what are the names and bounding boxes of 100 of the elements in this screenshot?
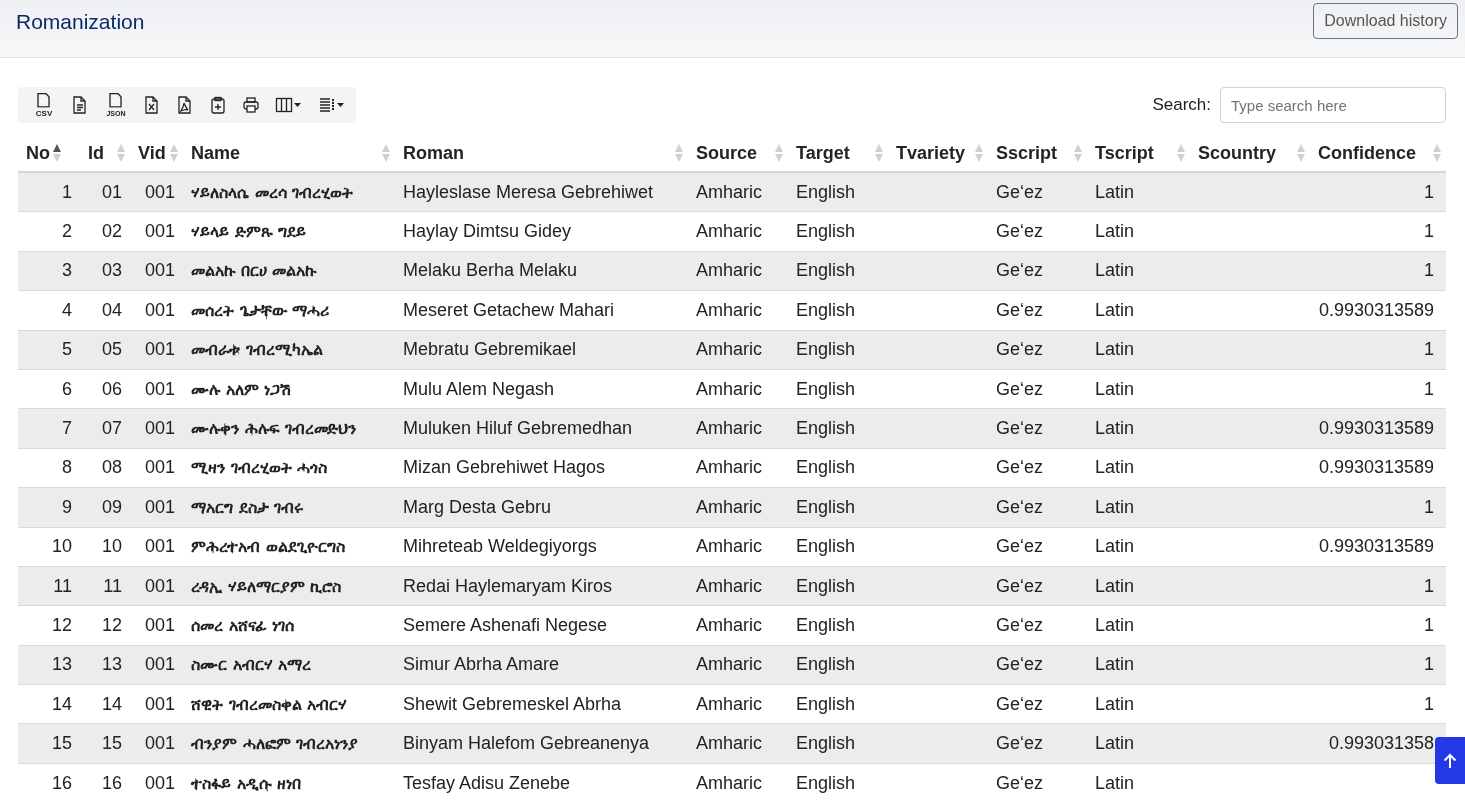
table-cell: Semere Ashenafi Negese (395, 605, 688, 646)
table-cell: 001 (130, 527, 183, 567)
scroll-to-top-button[interactable] (1435, 737, 1465, 784)
table-cell: Latin (1087, 566, 1190, 606)
search-label: Search: (1152, 95, 1211, 115)
download-history-button[interactable]: Download history (1313, 2, 1458, 39)
row-list-icon[interactable] (318, 96, 346, 114)
table-cell: Latin (1087, 330, 1190, 370)
table-cell: 7 (18, 408, 80, 449)
table-cell: 07 (80, 408, 130, 449)
table-cell: 01 (80, 172, 130, 212)
table-cell: English (788, 645, 888, 685)
table-cell: Amharic (688, 369, 788, 409)
table-cell: Latin (1087, 527, 1190, 567)
table-cell: 0.9930313589 (1310, 408, 1446, 449)
table-cell: Latin (1087, 763, 1190, 801)
table-cell: 0.9930313589 (1310, 290, 1446, 331)
table-cell: English (788, 172, 888, 212)
table-cell: Latin (1087, 684, 1190, 724)
excel-file-icon[interactable] (143, 96, 161, 114)
table-cell: 06 (80, 369, 130, 409)
table-cell: Ge‘ez (988, 527, 1087, 567)
table-cell: Shewit Gebremeskel Abrha (395, 684, 688, 724)
table-cell: English (788, 211, 888, 252)
table-cell: ሸዊት ገብረመስቀል አብርሃ (183, 684, 395, 724)
table-cell: ሚዛን ገብረሂወት ሓጎስ (183, 448, 395, 488)
page-title: Romanization (16, 9, 145, 34)
table-cell: 001 (130, 172, 183, 212)
table-cell: English (788, 448, 888, 488)
table-cell: 6 (18, 369, 80, 409)
table-cell: English (788, 763, 888, 801)
table-cell: Amharic (688, 290, 788, 331)
table-cell: English (788, 330, 888, 370)
table-cell: Amharic (688, 172, 788, 212)
arrow-up-icon (1443, 752, 1457, 769)
table-cell: English (788, 251, 888, 291)
table-cell: 001 (130, 408, 183, 449)
table-cell: Ge‘ez (988, 408, 1087, 449)
table-cell: 05 (80, 330, 130, 370)
table-cell: English (788, 487, 888, 527)
table-cell: Amharic (688, 408, 788, 449)
table-cell: Ge‘ez (988, 330, 1087, 370)
table-cell: መልአኩ በርሀ መልአኩ (183, 251, 395, 291)
search-field[interactable]: Type search here (1220, 87, 1446, 123)
table-cell: 14 (80, 684, 130, 724)
table-cell: 1 (1310, 684, 1446, 724)
table-cell: Mihreteab Weldegiyorgs (395, 527, 688, 567)
clipboard-icon[interactable] (209, 96, 227, 114)
table-cell: 4 (18, 290, 80, 331)
table-cell: 001 (130, 605, 183, 646)
table-cell: English (788, 408, 888, 449)
table-cell: Amharic (688, 448, 788, 488)
table-cell: 13 (80, 645, 130, 685)
table-cell: English (788, 527, 888, 567)
table-cell: Ge‘ez (988, 605, 1087, 646)
table-cell: 16 (80, 763, 130, 801)
table-cell: 001 (130, 369, 183, 409)
table-cell: English (788, 605, 888, 646)
table-cell: 2 (18, 211, 80, 252)
columns-icon[interactable] (275, 96, 303, 114)
table-cell: Ge‘ez (988, 211, 1087, 252)
table-cell: English (788, 566, 888, 606)
table-cell: 001 (130, 487, 183, 527)
table-cell: Latin (1087, 408, 1190, 449)
table-cell: ተስፋይ አዲሱ ዘነበ (183, 763, 395, 801)
table-cell: 001 (130, 763, 183, 801)
table-cell: 001 (130, 290, 183, 331)
table-cell: Latin (1087, 251, 1190, 291)
table-cell: Mizan Gebrehiwet Hagos (395, 448, 688, 488)
table-cell: Ge‘ez (988, 566, 1087, 606)
pdf-file-icon[interactable] (176, 96, 194, 114)
table-cell: Haylay Dimtsu Gidey (395, 211, 688, 252)
table-cell: 03 (80, 251, 130, 291)
table-cell: Simur Abrha Amare (395, 645, 688, 685)
table-cell: Meseret Getachew Mahari (395, 290, 688, 331)
table-cell: Amharic (688, 251, 788, 291)
text-file-icon[interactable] (71, 96, 89, 114)
table-cell: 09 (80, 487, 130, 527)
table-cell: Amharic (688, 566, 788, 606)
table-cell: Redai Haylemaryam Kiros (395, 566, 688, 606)
table-cell: Ge‘ez (988, 763, 1087, 801)
table-cell: ሰመረ አሸናፊ ነገሰ (183, 605, 395, 646)
table-cell: Latin (1087, 487, 1190, 527)
table-cell: 1 (1310, 645, 1446, 685)
table-cell: መብራቱ ገብረሚካኤል (183, 330, 395, 370)
print-icon[interactable] (242, 96, 260, 114)
table-cell: Latin (1087, 448, 1190, 488)
table-cell: 001 (130, 723, 183, 764)
table-cell: ምሕረተአብ ወልደጊዮርግስ (183, 527, 395, 567)
table-cell: 1 (1310, 605, 1446, 646)
table-cell: Muluken Hiluf Gebremedhan (395, 408, 688, 449)
table-cell: Latin (1087, 723, 1190, 764)
table-cell: 9 (18, 487, 80, 527)
table-cell: English (788, 290, 888, 331)
table-cell: 11 (80, 566, 130, 606)
table-cell: 0.9930313589 (1310, 527, 1446, 567)
table-cell: 1 (1310, 369, 1446, 409)
table-cell: 5 (18, 330, 80, 370)
table-cell: Ge‘ez (988, 684, 1087, 724)
table-cell: 14 (18, 684, 80, 724)
